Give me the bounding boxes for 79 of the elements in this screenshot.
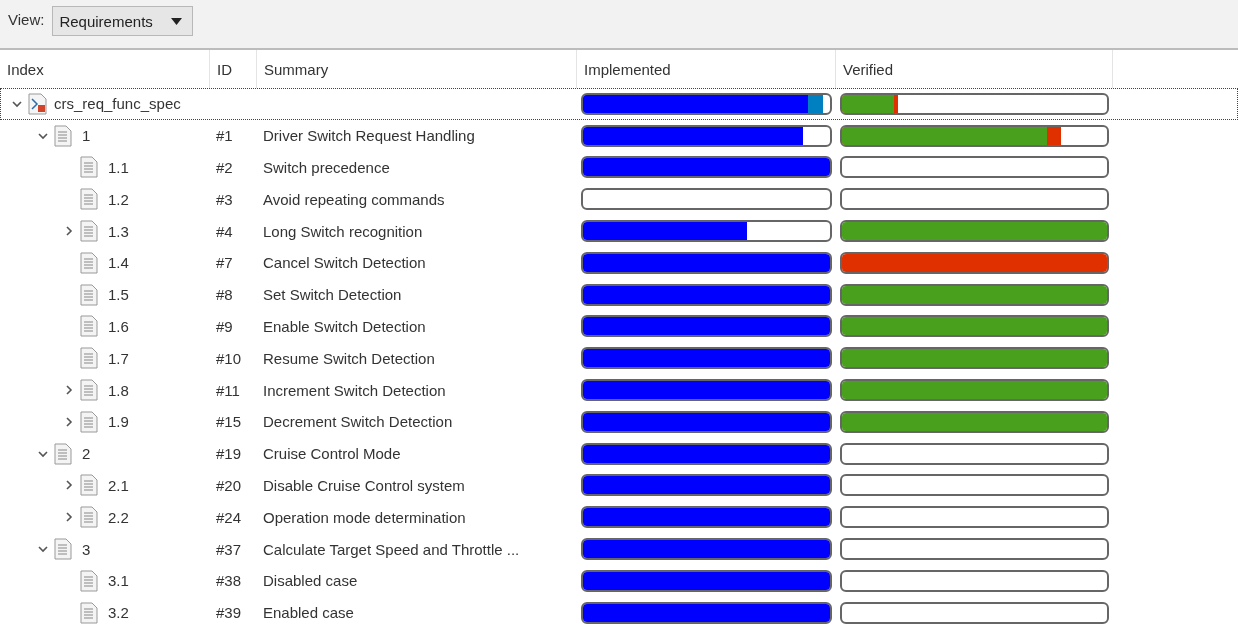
requirement-summary: Cancel Switch Detection — [262, 254, 427, 272]
document-icon — [54, 124, 72, 147]
view-label: View: — [8, 11, 45, 28]
document-icon — [80, 283, 98, 306]
requirement-id: #38 — [215, 572, 243, 590]
document-icon — [80, 601, 98, 624]
requirement-index: 1.6 — [108, 317, 129, 335]
requirement-set-name: crs_req_func_spec — [54, 95, 181, 113]
requirement-id: #19 — [215, 445, 243, 463]
requirement-summary: Avoid repeating commands — [262, 190, 446, 208]
document-icon — [80, 410, 98, 433]
requirement-index: 3.1 — [108, 572, 129, 590]
requirement-index: 1.2 — [108, 190, 129, 208]
requirement-id: #8 — [215, 286, 234, 304]
document-icon — [80, 506, 98, 529]
requirement-index: 1.1 — [108, 159, 129, 176]
view-dropdown[interactable]: Requirements — [52, 6, 193, 36]
requirement-id: #37 — [215, 540, 243, 558]
requirement-summary: Switch precedence — [262, 159, 391, 176]
requirement-index: 1.5 — [108, 286, 129, 304]
caret-icon — [170, 17, 182, 25]
requirement-id: #2 — [215, 159, 234, 176]
requirement-id: #1 — [215, 127, 234, 145]
document-icon — [54, 538, 72, 561]
column-header[interactable]: Verified — [836, 50, 1113, 88]
document-icon — [80, 188, 98, 211]
requirement-summary: Operation mode determination — [262, 508, 467, 526]
requirement-index: 3.2 — [108, 604, 129, 622]
requirement-index: 1.4 — [108, 254, 129, 272]
column-header[interactable]: Implemented — [577, 50, 836, 88]
chevron-right-icon[interactable] — [63, 511, 75, 524]
document-icon — [80, 251, 98, 274]
requirement-id: #7 — [215, 254, 234, 272]
requirement-id: #15 — [215, 413, 243, 431]
chevron-right-icon[interactable] — [63, 384, 75, 397]
requirement-summary: Set Switch Detection — [262, 286, 403, 304]
requirement-id: #4 — [215, 222, 234, 240]
requirement-summary: Driver Switch Request Handling — [262, 127, 476, 145]
document-icon — [80, 379, 98, 402]
requirement-index: 2.2 — [108, 508, 129, 526]
requirement-index: 1.7 — [108, 349, 129, 367]
document-icon — [80, 220, 98, 243]
document-icon — [80, 569, 98, 592]
requirement-id: #24 — [215, 508, 243, 526]
requirement-summary: Disabled case — [262, 572, 359, 590]
requirement-summary: Long Switch recognition — [262, 222, 424, 240]
requirement-index: 2.1 — [108, 476, 129, 494]
requirement-summary: Calculate Target Speed and Throttle ... — [262, 540, 521, 558]
requirement-index: 3 — [82, 540, 91, 558]
column-header[interactable]: Summary — [257, 50, 577, 88]
requirement-summary: Increment Switch Detection — [262, 381, 447, 399]
requirement-id: #20 — [215, 476, 243, 494]
requirement-index: 2 — [82, 445, 91, 463]
requirement-index: 1 — [82, 127, 91, 145]
document-icon — [80, 347, 98, 370]
requirement-index: 1.8 — [108, 381, 129, 399]
requirement-summary: Enable Switch Detection — [262, 317, 427, 335]
requirement-summary: Decrement Switch Detection — [262, 413, 454, 431]
requirement-id: #10 — [215, 349, 243, 367]
requirement-summary: Enabled case — [262, 604, 355, 622]
requirement-summary: Resume Switch Detection — [262, 349, 436, 367]
document-icon — [54, 442, 72, 465]
requirement-summary: Cruise Control Mode — [262, 445, 402, 463]
document-icon — [80, 315, 98, 338]
requirement-id: #11 — [215, 381, 241, 399]
requirement-set-icon — [28, 92, 48, 115]
requirement-id: #9 — [215, 317, 234, 335]
requirement-index: 1.3 — [108, 222, 129, 240]
requirement-summary: Disable Cruise Control system — [262, 476, 466, 494]
document-icon — [80, 156, 98, 179]
requirement-id: #39 — [215, 604, 243, 622]
document-icon — [80, 474, 98, 497]
chevron-right-icon[interactable] — [63, 225, 75, 238]
column-header[interactable]: Index — [0, 50, 210, 88]
chevron-right-icon[interactable] — [63, 415, 75, 428]
requirement-index: 1.9 — [108, 413, 129, 431]
column-header[interactable]: ID — [210, 50, 257, 88]
chevron-right-icon[interactable] — [63, 479, 75, 492]
requirement-id: #3 — [215, 190, 234, 208]
